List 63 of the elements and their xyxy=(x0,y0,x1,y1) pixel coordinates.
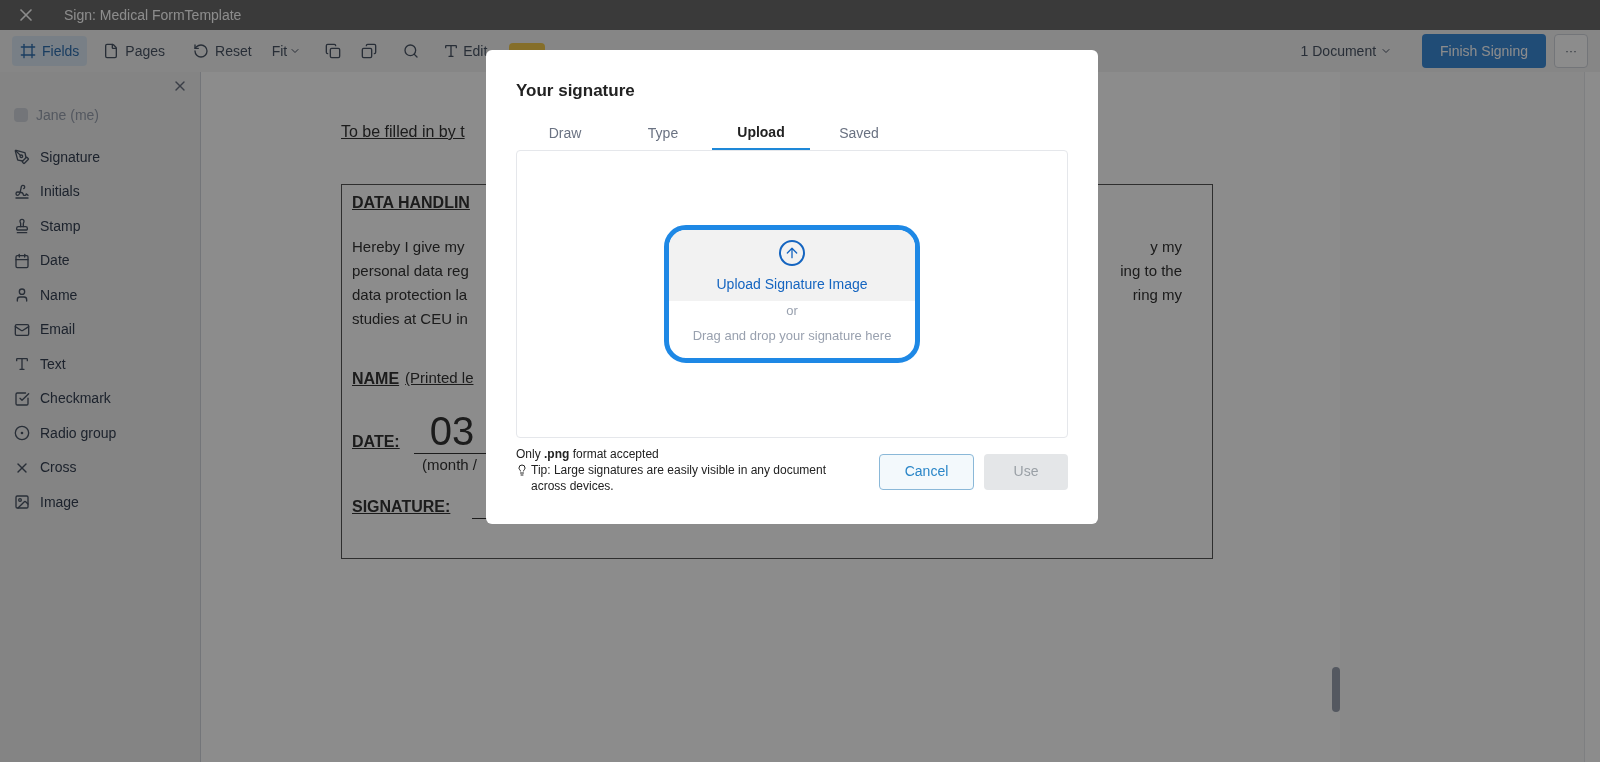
more-button[interactable]: ··· xyxy=(1554,34,1588,68)
field-item[interactable]: Email xyxy=(14,312,186,347)
fit-dropdown[interactable]: Fit xyxy=(267,40,306,62)
checkbox-icon xyxy=(14,390,30,407)
scrollbar-thumb[interactable] xyxy=(1332,667,1340,712)
upload-dropzone[interactable]: Upload Signature Image or Drag and drop your signature here xyxy=(664,224,920,363)
drop-hint: Drag and drop your signature here xyxy=(692,327,892,345)
document-dropdown[interactable]: 1 Document xyxy=(1300,40,1393,62)
calendar-icon xyxy=(14,252,30,269)
finish-signing-button[interactable]: Finish Signing xyxy=(1422,34,1546,68)
dialog-title: Your signature xyxy=(516,80,636,102)
separator-text: or xyxy=(786,301,798,320)
radio-icon xyxy=(14,425,30,442)
image-icon xyxy=(14,494,30,511)
paragraph-line: personal data reg xyxy=(352,261,469,281)
initials-icon xyxy=(14,183,30,200)
field-item[interactable]: Checkmark xyxy=(14,381,186,416)
field-label: SIGNATURE: xyxy=(352,496,451,517)
lightbulb-icon xyxy=(516,463,528,476)
field-label: NAME xyxy=(352,369,400,389)
field-item[interactable]: Image xyxy=(14,485,186,520)
field-item[interactable]: Text xyxy=(14,347,186,382)
field-item[interactable]: Date xyxy=(14,243,186,278)
upload-signature-link[interactable]: Upload Signature Image xyxy=(716,273,868,295)
dialog-tab[interactable]: Draw xyxy=(516,117,614,150)
page-icon xyxy=(103,43,120,59)
paragraph-line: ing to the xyxy=(1120,261,1182,281)
field-item[interactable]: Radio group xyxy=(14,416,186,451)
search-icon[interactable] xyxy=(403,43,420,59)
stamp-icon xyxy=(14,218,30,235)
dialog-tab[interactable]: Saved xyxy=(810,117,908,150)
dialog-tab[interactable]: Type xyxy=(614,117,712,150)
field-item[interactable]: Name xyxy=(14,278,186,313)
paragraph-line: y my xyxy=(1150,237,1182,257)
section-heading: DATA HANDLIN xyxy=(352,193,471,213)
reset-button[interactable]: Reset xyxy=(185,40,260,62)
paragraph-line: ring my xyxy=(1132,285,1182,305)
toolbar-tab[interactable]: Fields xyxy=(12,36,88,66)
frame-icon xyxy=(20,43,36,59)
cancel-button[interactable]: Cancel xyxy=(879,453,974,490)
field-hint: (Printed le xyxy=(405,368,474,388)
field-label: DATE: xyxy=(352,432,400,452)
envelope-icon xyxy=(14,321,30,338)
field-item[interactable]: Stamp xyxy=(14,209,186,244)
field-item[interactable]: Initials xyxy=(14,174,186,209)
document-text: To be filled in by t xyxy=(341,122,465,142)
paragraph-line: Hereby I give my xyxy=(352,237,466,257)
text-icon xyxy=(14,356,30,373)
toolbar-tab[interactable]: Pages xyxy=(95,36,174,66)
field-item[interactable]: Signature xyxy=(14,140,186,175)
tip-text: Tip: Large signatures are easily visible in any document across devices. xyxy=(531,461,828,494)
paragraph-line: studies at CEU in xyxy=(352,309,469,329)
pen-icon xyxy=(14,149,30,166)
dialog-tab[interactable]: Upload xyxy=(712,117,810,150)
paragraph-line: data protection la xyxy=(352,285,469,305)
person-icon xyxy=(14,287,30,304)
text-cursor-icon xyxy=(443,43,460,59)
edit-text-button[interactable]: Edit xyxy=(443,40,488,62)
field-item[interactable]: Cross xyxy=(14,450,186,485)
window-title: Sign: Medical FormTemplate xyxy=(64,5,242,25)
field-hint: (month / xyxy=(422,455,478,475)
upload-icon xyxy=(779,239,805,266)
reset-icon xyxy=(193,43,210,59)
